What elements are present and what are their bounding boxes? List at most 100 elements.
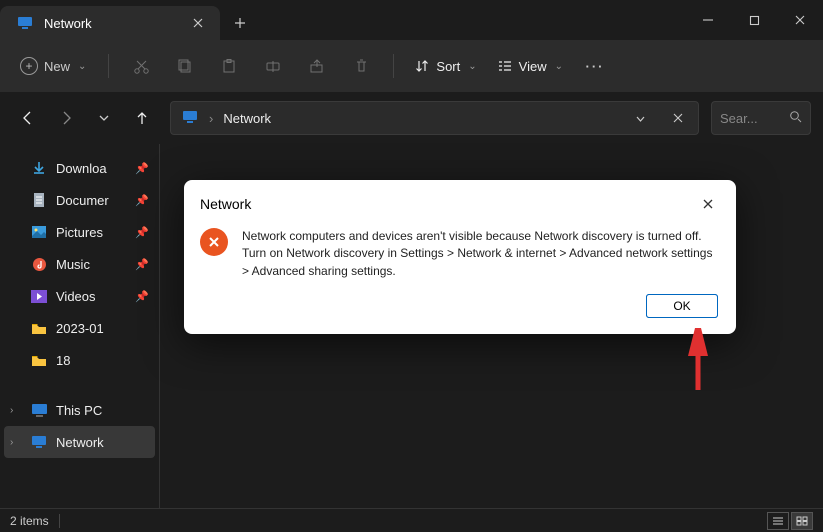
error-icon [200, 228, 228, 256]
toolbar: + New ⌄ Sort ⌄ View ⌄ ··· [0, 40, 823, 92]
chevron-right-icon: › [209, 111, 213, 126]
sidebar-item-label: Music [56, 257, 90, 272]
chevron-down-icon: ⌄ [555, 61, 563, 72]
new-tab-button[interactable] [220, 6, 260, 40]
more-button[interactable]: ··· [575, 59, 615, 74]
dialog-body: Network computers and devices aren't vis… [184, 224, 736, 294]
copy-button[interactable] [165, 48, 205, 84]
thispc-icon [30, 403, 48, 418]
sidebar-item-this-pc[interactable]: › This PC [4, 394, 155, 426]
refresh-button[interactable] [664, 104, 692, 132]
sidebar-item-label: Videos [56, 289, 96, 304]
search-placeholder: Sear... [720, 111, 758, 126]
pin-icon: 📌 [135, 290, 149, 303]
chevron-right-icon[interactable]: › [10, 437, 22, 448]
separator [108, 54, 109, 78]
status-text: 2 items [10, 514, 49, 528]
dialog-footer: OK [184, 294, 736, 318]
rename-button[interactable] [253, 48, 293, 84]
sidebar-item-downloads[interactable]: Downloa 📌 [4, 152, 155, 184]
pictures-icon [30, 225, 48, 239]
network-icon [30, 434, 48, 450]
network-icon [16, 14, 34, 32]
view-button[interactable]: View ⌄ [489, 52, 571, 80]
status-bar: 2 items [0, 508, 823, 532]
large-icons-view-button[interactable] [791, 512, 813, 530]
address-dropdown-button[interactable] [626, 104, 654, 132]
music-icon [30, 257, 48, 272]
network-icon [181, 108, 199, 129]
window-controls [685, 0, 823, 40]
dialog-title: Network [200, 196, 251, 212]
delete-button[interactable] [341, 48, 381, 84]
dialog-message: Network computers and devices aren't vis… [242, 228, 714, 280]
dialog-header: Network [184, 180, 736, 224]
details-view-button[interactable] [767, 512, 789, 530]
tab-network[interactable]: Network [0, 6, 220, 40]
main-area: Downloa 📌 Documer 📌 Pictures 📌 Music 📌 V… [0, 144, 823, 508]
folder-icon [30, 354, 48, 367]
new-label: New [44, 59, 70, 74]
pin-icon: 📌 [135, 194, 149, 207]
document-icon [30, 192, 48, 208]
sidebar-item-pictures[interactable]: Pictures 📌 [4, 216, 155, 248]
tab-title: Network [44, 16, 180, 31]
tab-close-button[interactable] [190, 15, 206, 31]
share-button[interactable] [297, 48, 337, 84]
minimize-button[interactable] [685, 0, 731, 40]
view-label: View [519, 59, 547, 74]
new-button[interactable]: + New ⌄ [10, 51, 96, 81]
separator [59, 514, 60, 528]
search-input[interactable]: Sear... [711, 101, 811, 135]
up-button[interactable] [126, 102, 158, 134]
annotation-arrow-icon [678, 328, 718, 398]
sidebar-item-label: Network [56, 435, 104, 450]
view-icon [497, 58, 513, 74]
sidebar: Downloa 📌 Documer 📌 Pictures 📌 Music 📌 V… [0, 144, 160, 508]
sidebar-item-label: 2023-01 [56, 321, 104, 336]
pin-icon: 📌 [135, 162, 149, 175]
dialog-close-button[interactable] [696, 192, 720, 216]
pin-icon: 📌 [135, 226, 149, 239]
sidebar-item-folder-18[interactable]: 18 [4, 344, 155, 376]
paste-button[interactable] [209, 48, 249, 84]
sidebar-item-videos[interactable]: Videos 📌 [4, 280, 155, 312]
sort-button[interactable]: Sort ⌄ [406, 52, 484, 80]
videos-icon [30, 290, 48, 303]
titlebar: Network [0, 0, 823, 40]
folder-icon [30, 322, 48, 335]
maximize-button[interactable] [731, 0, 777, 40]
plus-circle-icon: + [20, 57, 38, 75]
sidebar-item-label: Downloa [56, 161, 107, 176]
content-pane: Network Network computers and devices ar… [160, 144, 823, 508]
separator [393, 54, 394, 78]
breadcrumb-network[interactable]: Network [223, 111, 271, 126]
sidebar-item-network[interactable]: › Network [4, 426, 155, 458]
sidebar-item-label: Pictures [56, 225, 103, 240]
sidebar-item-music[interactable]: Music 📌 [4, 248, 155, 280]
back-button[interactable] [12, 102, 44, 134]
titlebar-spacer [260, 0, 685, 40]
close-button[interactable] [777, 0, 823, 40]
cut-button[interactable] [121, 48, 161, 84]
address-bar[interactable]: › Network [170, 101, 699, 135]
sidebar-item-label: This PC [56, 403, 102, 418]
pin-icon: 📌 [135, 258, 149, 271]
chevron-down-icon: ⌄ [78, 61, 86, 72]
navigation-row: › Network Sear... [0, 92, 823, 144]
chevron-down-icon: ⌄ [468, 61, 476, 72]
forward-button[interactable] [50, 102, 82, 134]
sort-icon [414, 58, 430, 74]
ok-button[interactable]: OK [646, 294, 718, 318]
recent-locations-button[interactable] [88, 102, 120, 134]
sort-label: Sort [436, 59, 460, 74]
dialog-network-discovery: Network Network computers and devices ar… [184, 180, 736, 334]
sidebar-item-label: Documer [56, 193, 109, 208]
chevron-right-icon[interactable]: › [10, 405, 22, 416]
sidebar-item-label: 18 [56, 353, 70, 368]
sidebar-item-documents[interactable]: Documer 📌 [4, 184, 155, 216]
search-icon [789, 110, 802, 126]
sidebar-item-folder-2023-01[interactable]: 2023-01 [4, 312, 155, 344]
download-icon [30, 160, 48, 176]
ok-label: OK [673, 299, 690, 313]
